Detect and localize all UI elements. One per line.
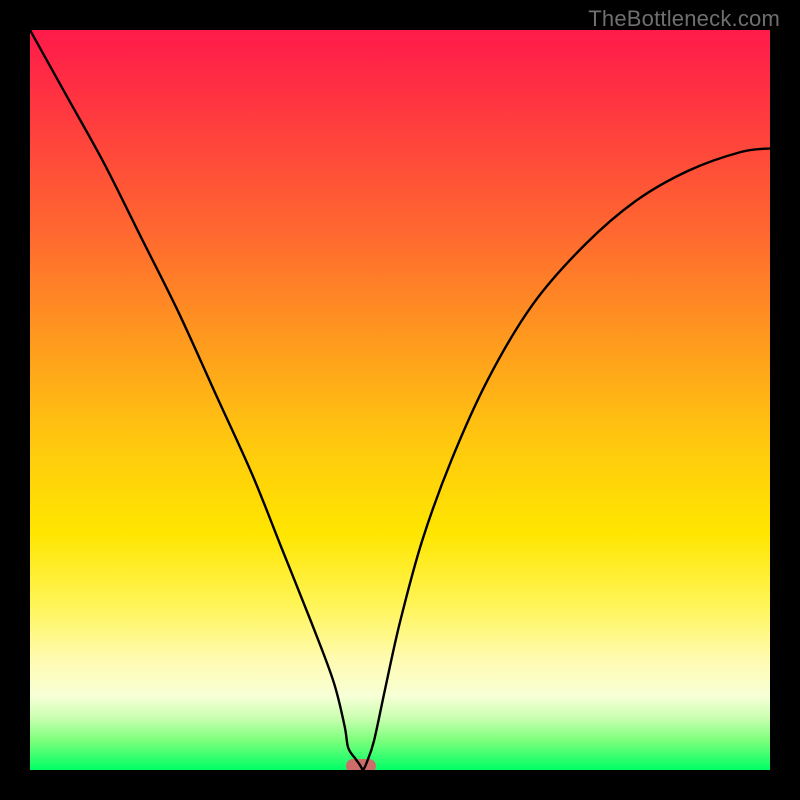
frame: TheBottleneck.com [0, 0, 800, 800]
watermark-text: TheBottleneck.com [588, 6, 780, 32]
plot-area [30, 30, 770, 770]
bottleneck-curve [30, 30, 770, 770]
curve-svg [30, 30, 770, 770]
